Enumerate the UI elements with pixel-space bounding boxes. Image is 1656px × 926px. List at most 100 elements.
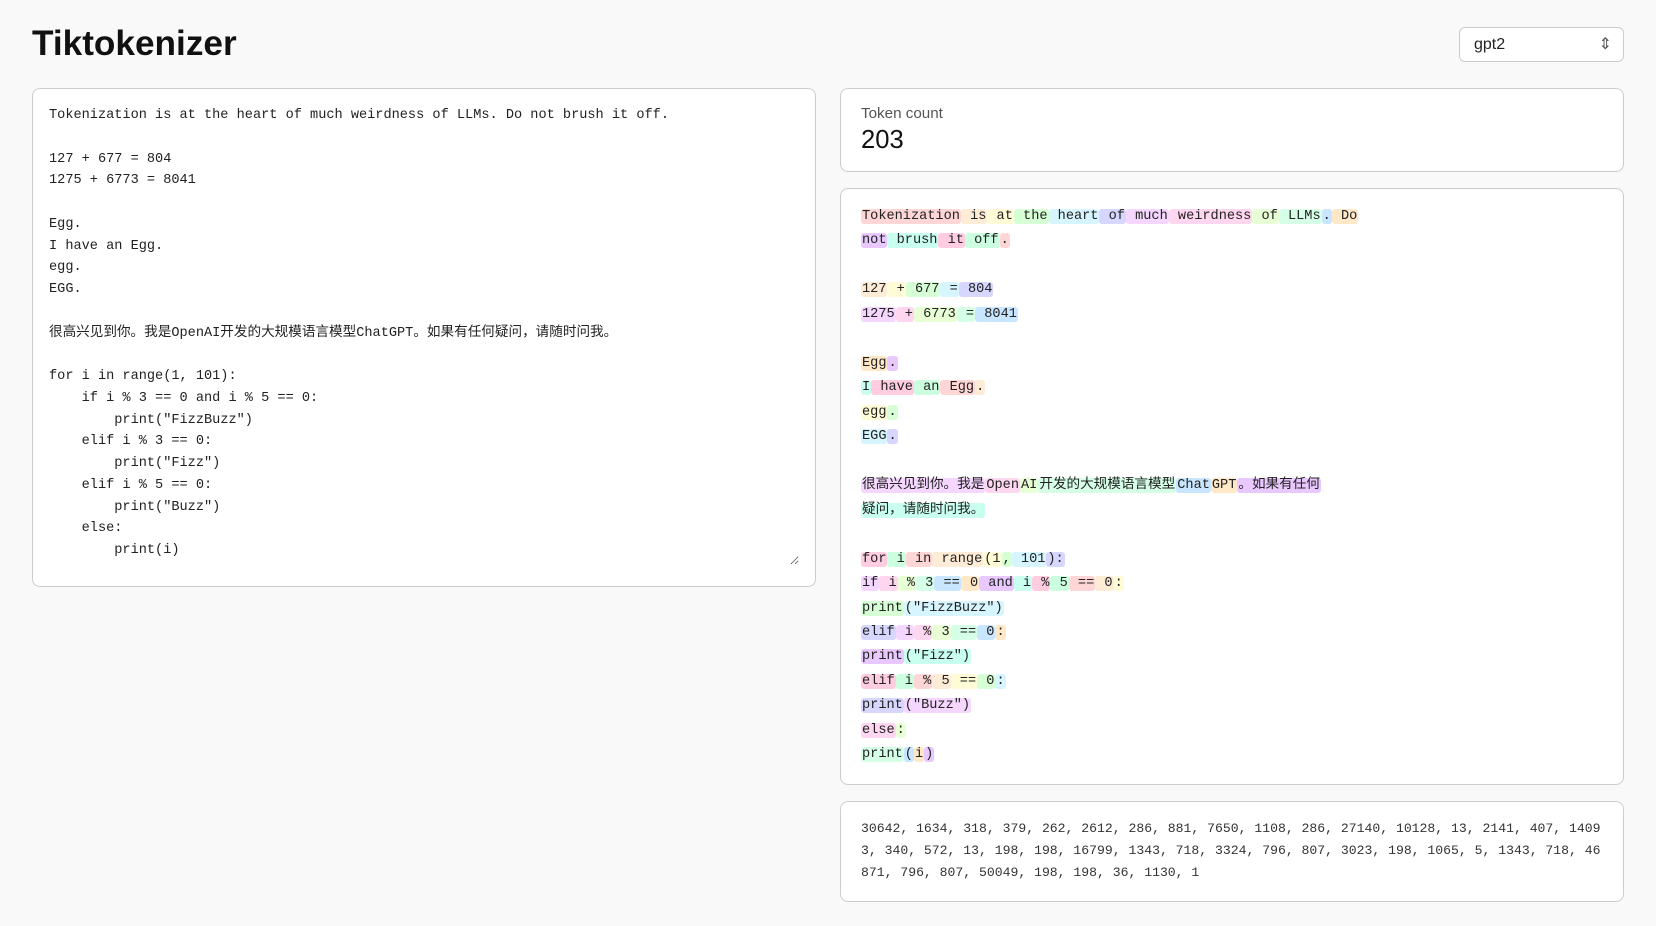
token: at: [987, 209, 1013, 224]
token: .: [887, 429, 897, 444]
token: Open: [985, 478, 1020, 493]
token: in: [906, 552, 932, 567]
token: 0: [961, 576, 979, 591]
token: 0: [977, 625, 995, 640]
model-select-input[interactable]: gpt2 gpt-3.5-turbo gpt-4 text-davinci-00…: [1459, 27, 1624, 62]
token: ("Fizz"): [904, 649, 971, 664]
token: brush: [887, 233, 938, 248]
token: 很高兴见到你。我是: [861, 478, 985, 493]
token: print: [861, 649, 904, 664]
token: i: [887, 552, 905, 567]
token: .: [887, 356, 897, 371]
token: elif: [861, 674, 896, 689]
model-selector[interactable]: gpt2 gpt-3.5-turbo gpt-4 text-davinci-00…: [1459, 27, 1624, 62]
token: for: [861, 552, 887, 567]
token: 1275: [861, 307, 896, 322]
token: .: [1000, 233, 1010, 248]
token: print: [861, 601, 904, 616]
token: 3: [932, 625, 950, 640]
token: of: [1252, 209, 1278, 224]
token: I: [861, 380, 871, 395]
token: (1: [983, 552, 1001, 567]
token: Do: [1332, 209, 1358, 224]
token: 。如果有任何: [1237, 478, 1321, 493]
left-panel: Tokenization is at the heart of much wei…: [32, 88, 816, 587]
token: much: [1126, 209, 1169, 224]
token: =: [957, 307, 975, 322]
token: .: [1322, 209, 1332, 224]
token: AI: [1020, 478, 1038, 493]
token: 804: [959, 282, 994, 297]
token: :: [896, 723, 906, 738]
text-input-box: Tokenization is at the heart of much wei…: [32, 88, 816, 587]
token: +: [887, 282, 905, 297]
token-ids-text: 30642, 1634, 318, 379, 262, 2612, 286, 8…: [861, 821, 1601, 881]
token: 5: [932, 674, 950, 689]
text-input[interactable]: Tokenization is at the heart of much wei…: [49, 105, 799, 565]
token: Tokenization: [861, 209, 961, 224]
token: ,: [1002, 552, 1012, 567]
token: ): [924, 747, 934, 762]
app-title: Tiktokenizer: [32, 24, 237, 64]
token: ("FizzBuzz"): [904, 601, 1004, 616]
token: i: [1014, 576, 1032, 591]
token: .: [975, 380, 985, 395]
token: and: [979, 576, 1014, 591]
token: ==: [934, 576, 960, 591]
token: 0: [1095, 576, 1113, 591]
token: EGG: [861, 429, 887, 444]
token: egg: [861, 405, 887, 420]
token: (: [904, 747, 914, 762]
token: 疑问，请随时问我。: [861, 503, 985, 518]
token: Chat: [1176, 478, 1211, 493]
token: %: [914, 674, 932, 689]
token: LLMs: [1279, 209, 1322, 224]
token: %: [1032, 576, 1050, 591]
token: ):: [1046, 552, 1064, 567]
token-count-box: Token count 203: [840, 88, 1624, 172]
token: :: [1114, 576, 1124, 591]
token: off: [965, 233, 1000, 248]
token: 开发的大规模语言模型: [1038, 478, 1176, 493]
token: +: [896, 307, 914, 322]
token-ids-box: 30642, 1634, 318, 379, 262, 2612, 286, 8…: [840, 801, 1624, 902]
token: %: [898, 576, 916, 591]
token: 3: [916, 576, 934, 591]
token: 677: [906, 282, 941, 297]
token: print: [861, 747, 904, 762]
token: i: [896, 625, 914, 640]
token: Egg: [940, 380, 975, 395]
token-count-value: 203: [861, 126, 1603, 155]
token: :: [995, 625, 1005, 640]
token: %: [914, 625, 932, 640]
token: heart: [1049, 209, 1100, 224]
token: ==: [951, 625, 977, 640]
token: 5: [1050, 576, 1068, 591]
token: 101: [1012, 552, 1047, 567]
token: i: [896, 674, 914, 689]
token: if: [861, 576, 879, 591]
token: 0: [977, 674, 995, 689]
token: range: [932, 552, 983, 567]
token-count-label: Token count: [861, 105, 1603, 122]
token: else: [861, 723, 896, 738]
token: have: [871, 380, 914, 395]
token: ==: [951, 674, 977, 689]
token: print: [861, 698, 904, 713]
token: it: [938, 233, 964, 248]
token: 127: [861, 282, 887, 297]
token: is: [961, 209, 987, 224]
token: Egg: [861, 356, 887, 371]
right-panel: Token count 203 Tokenization is at the h…: [840, 88, 1624, 902]
token: ("Buzz"): [904, 698, 971, 713]
token: of: [1099, 209, 1125, 224]
token: ==: [1069, 576, 1095, 591]
token: :: [995, 674, 1005, 689]
tokenized-display: Tokenization is at the heart of much wei…: [840, 188, 1624, 785]
token: an: [914, 380, 940, 395]
token: GPT: [1211, 478, 1237, 493]
token: i: [914, 747, 924, 762]
token: 6773: [914, 307, 957, 322]
token: =: [940, 282, 958, 297]
token: i: [879, 576, 897, 591]
